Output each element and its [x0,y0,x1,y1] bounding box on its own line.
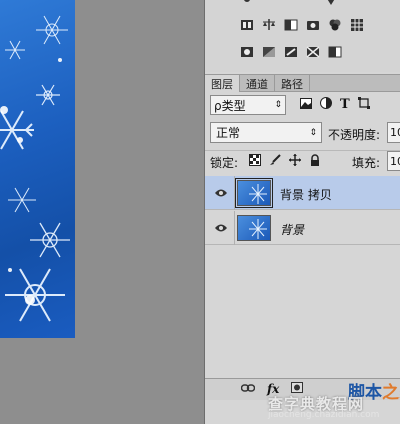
layer-thumbnail [235,178,273,208]
lock-icons [249,154,321,169]
black-white-icon[interactable] [283,17,299,33]
lock-pixels-icon[interactable] [269,154,281,169]
adjustments-row-1 [239,0,339,10]
filter-icons: T [300,97,370,112]
invert-icon[interactable] [239,44,255,60]
blend-mode-value: 正常 [216,126,241,140]
hue-saturation-icon[interactable] [239,17,255,33]
fill-input[interactable]: 100% [387,151,400,171]
filter-kind-label: ρ类型 [214,98,246,113]
panel-tabs: 图层 通道 路径 [205,74,400,92]
canvas-image [0,0,75,338]
lock-row: 锁定: 填充: 100% [205,150,400,172]
type-filter-icon[interactable]: T [340,97,350,112]
lock-all-icon[interactable] [309,154,321,169]
vibrance-icon[interactable] [323,0,339,10]
layer-name[interactable]: 背景 [280,221,304,238]
adjustments-row-3 [239,44,343,60]
opacity-input[interactable]: 100% [387,122,400,143]
lock-label: 锁定: [210,156,239,170]
color-balance-icon[interactable] [261,17,277,33]
chevron-updown-icon: ⇕ [309,127,317,138]
layer-thumbnail [237,215,271,241]
gradient-map-icon[interactable] [327,44,343,60]
selective-color-icon[interactable] [305,44,321,60]
posterize-icon[interactable] [261,44,277,60]
blend-mode-select[interactable]: 正常 ⇕ [210,122,322,143]
divider [234,211,235,245]
image-filter-icon[interactable] [300,97,312,112]
blend-row: 正常 ⇕ 不透明度: 100% [205,121,400,145]
layers-panel-dock: 图层 通道 路径 ρ类型 ⇕ T 正常 ⇕ 不透明度: 100% [204,0,400,424]
chevron-updown-icon: ⇕ [274,100,282,110]
lock-transparent-icon[interactable] [249,154,261,169]
brightness-icon[interactable] [239,0,255,10]
watermark: 脚本之家 查字典教程网 jiaocheng.chazidian.com [260,378,400,424]
watermark-brand-b: 之家 [382,383,400,403]
tab-layers[interactable]: 图层 [205,75,240,92]
lock-position-icon[interactable] [289,154,301,169]
fill-label: 填充: [352,156,381,170]
layer-filter-row: ρ类型 ⇕ T [205,94,400,118]
watermark-url: jiaocheng.chazidian.com [268,410,380,420]
layer-row[interactable]: 背景 [205,211,400,245]
color-lookup-icon[interactable] [349,17,365,33]
threshold-icon[interactable] [283,44,299,60]
shape-filter-icon[interactable] [357,97,370,112]
link-layers-icon[interactable] [240,382,256,396]
channel-mixer-icon[interactable] [327,17,343,33]
adjustments-row-2 [239,17,365,33]
tab-channels[interactable]: 通道 [240,75,275,92]
photo-filter-icon[interactable] [305,17,321,33]
layer-name[interactable]: 背景 拷贝 [280,186,332,203]
adjustment-filter-icon[interactable] [320,97,332,112]
adjustments-panel [205,0,400,72]
eye-icon[interactable] [214,187,228,199]
opacity-label: 不透明度: [328,128,381,142]
divider [234,176,235,210]
snowflake-pattern [0,15,70,322]
eye-icon[interactable] [214,222,228,234]
tab-paths[interactable]: 路径 [275,75,310,92]
layer-filter-select[interactable]: ρ类型 ⇕ [210,95,286,115]
layer-row[interactable]: 背景 拷贝 [205,176,400,210]
